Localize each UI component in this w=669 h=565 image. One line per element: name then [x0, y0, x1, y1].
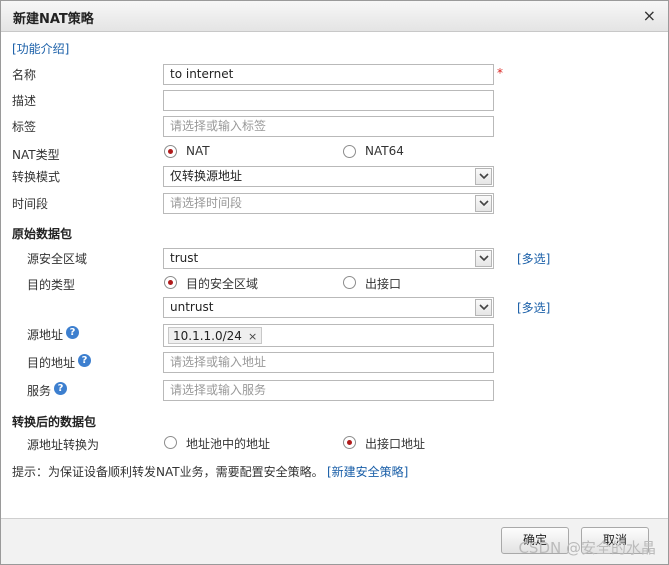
new-security-policy-link[interactable]: [新建安全策略] [327, 463, 408, 480]
service-input[interactable]: 请选择或输入服务 [163, 380, 494, 401]
watermark: CSDN @安全的水晶 [518, 539, 656, 557]
original-packet-heading: 原始数据包 [12, 227, 73, 241]
nat-type-nat-radio[interactable] [164, 145, 177, 158]
chevron-down-icon[interactable] [475, 250, 492, 267]
time-range-label: 时间段 [12, 197, 49, 211]
tag-input[interactable]: 请选择或输入标签 [163, 116, 494, 137]
dest-address-input[interactable]: 请选择或输入地址 [163, 352, 494, 373]
dialog-title: 新建NAT策略 [13, 12, 94, 27]
description-label: 描述 [12, 94, 37, 108]
dest-type-zone-label: 目的安全区域 [186, 277, 259, 291]
source-translate-interface-radio[interactable] [343, 436, 356, 449]
chevron-down-icon[interactable] [475, 195, 492, 212]
tag-label: 标签 [12, 120, 37, 134]
required-mark: * [497, 66, 503, 80]
name-label: 名称 [12, 68, 37, 82]
dest-zone-multi-select-link[interactable]: [多选] [517, 299, 550, 316]
dest-zone-value: untrust [170, 300, 214, 314]
source-address-tag: 10.1.1.0/24 × [168, 327, 263, 344]
help-icon[interactable]: ? [66, 326, 79, 339]
dest-type-interface-radio[interactable] [343, 276, 356, 289]
time-range-select[interactable]: 请选择时间段 [163, 193, 494, 214]
description-input[interactable] [163, 90, 494, 111]
source-translate-label: 源地址转换为 [27, 438, 100, 452]
hint-text: 提示：为保证设备顺利转发NAT业务，需要配置安全策略。 [12, 465, 324, 479]
dest-address-label: 目的地址 [27, 356, 76, 370]
help-icon[interactable]: ? [54, 382, 67, 395]
source-translate-interface-label: 出接口地址 [365, 437, 426, 451]
nat-type-nat64-label: NAT64 [365, 144, 404, 158]
chevron-down-icon[interactable] [475, 168, 492, 185]
dest-type-label: 目的类型 [27, 278, 76, 292]
source-address-input[interactable]: 10.1.1.0/24 × [163, 324, 494, 347]
source-translate-pool-radio[interactable] [164, 436, 177, 449]
source-zone-label: 源安全区域 [27, 252, 88, 266]
time-range-placeholder: 请选择时间段 [170, 196, 243, 210]
dest-type-interface-label: 出接口 [365, 277, 402, 291]
chevron-down-icon[interactable] [475, 299, 492, 316]
nat-type-label: NAT类型 [12, 148, 60, 162]
source-translate-pool-label: 地址池中的地址 [186, 437, 271, 451]
source-zone-multi-select-link[interactable]: [多选] [517, 250, 550, 267]
conversion-mode-label: 转换模式 [12, 170, 61, 184]
dest-zone-select[interactable]: untrust [163, 297, 494, 318]
source-address-label: 源地址 [27, 328, 64, 342]
translated-packet-heading: 转换后的数据包 [12, 415, 97, 429]
source-zone-select[interactable]: trust [163, 248, 494, 269]
conversion-mode-value: 仅转换源地址 [170, 169, 243, 183]
close-icon[interactable]: × [643, 6, 656, 25]
title-bar: 新建NAT策略 × [1, 1, 668, 32]
name-input[interactable]: to internet [163, 64, 494, 85]
feature-intro-link[interactable]: [功能介绍] [12, 40, 69, 57]
remove-tag-icon[interactable]: × [248, 330, 257, 343]
conversion-mode-select[interactable]: 仅转换源地址 [163, 166, 494, 187]
source-zone-value: trust [170, 251, 199, 265]
source-address-tag-label: 10.1.1.0/24 [173, 329, 242, 343]
dest-type-zone-radio[interactable] [164, 276, 177, 289]
help-icon[interactable]: ? [78, 354, 91, 367]
nat-type-nat64-radio[interactable] [343, 145, 356, 158]
nat-type-nat-label: NAT [186, 144, 210, 158]
new-nat-policy-dialog: 新建NAT策略 × [功能介绍] 名称 to internet * 描述 标签 … [0, 0, 669, 565]
service-label: 服务 [27, 384, 52, 398]
